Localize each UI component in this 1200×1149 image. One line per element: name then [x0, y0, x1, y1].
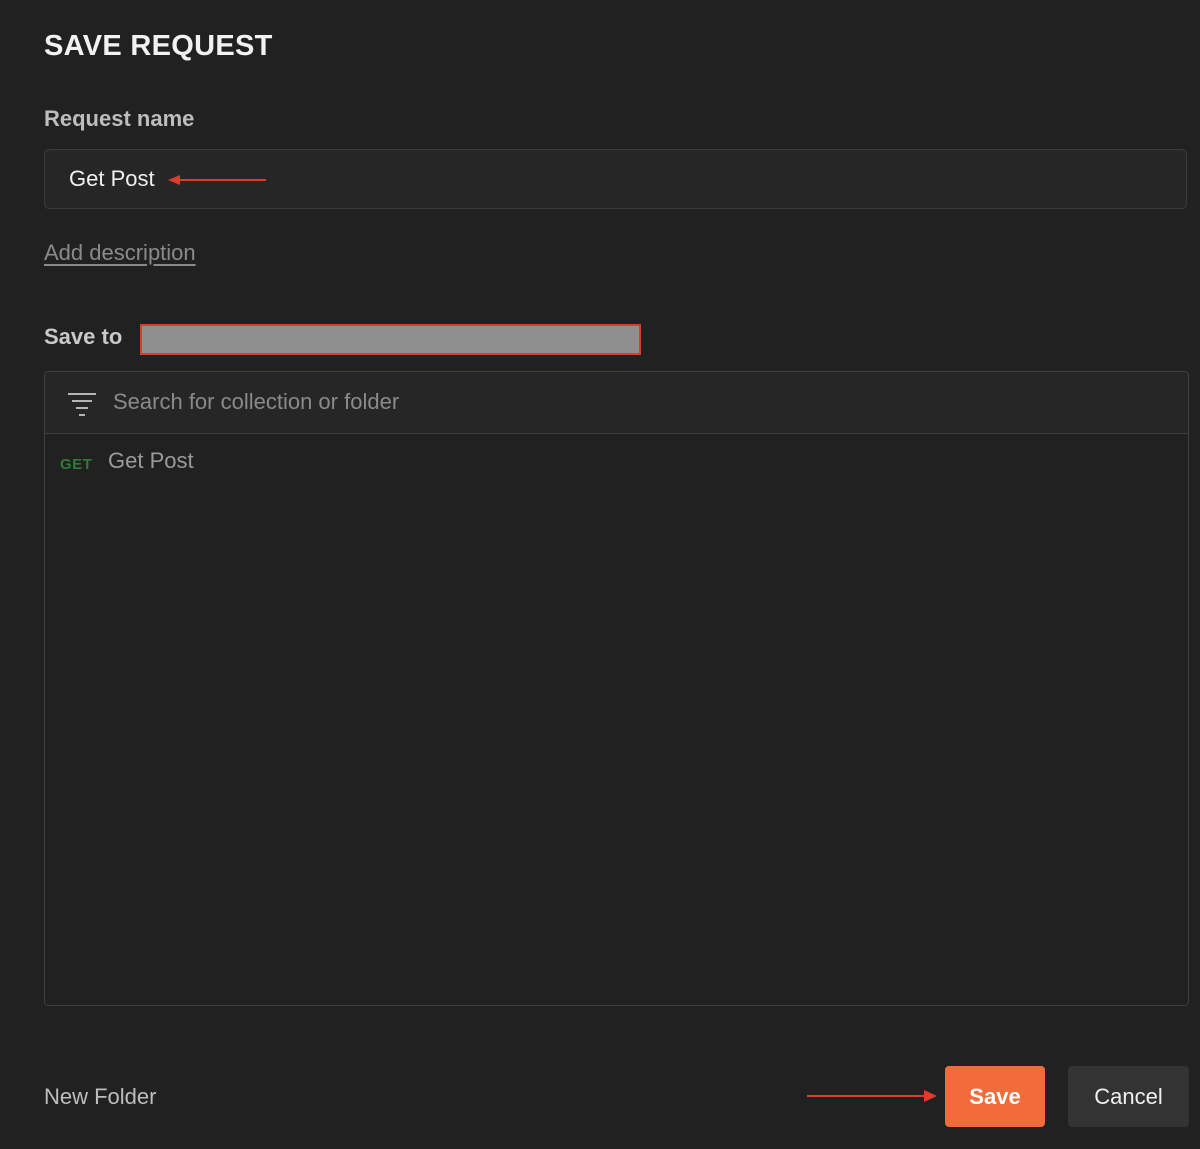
cancel-button[interactable]: Cancel	[1068, 1066, 1189, 1127]
add-description-link[interactable]: Add description	[44, 239, 196, 267]
method-badge: GET	[60, 456, 93, 473]
redacted-collection-path	[140, 324, 641, 355]
dialog-title: SAVE REQUEST	[44, 30, 273, 62]
tree-item-label: Get Post	[108, 448, 194, 473]
collection-search-input[interactable]	[113, 372, 1173, 432]
save-to-label: Save to	[44, 324, 123, 349]
filter-icon[interactable]	[67, 391, 97, 417]
annotation-arrow-right	[807, 1090, 937, 1102]
new-folder-button[interactable]: New Folder	[44, 1083, 156, 1111]
request-name-field-container	[44, 149, 1187, 209]
save-button[interactable]: Save	[945, 1066, 1045, 1127]
collection-tree-panel: GET Get Post	[44, 371, 1189, 1006]
request-name-input[interactable]	[45, 150, 1186, 208]
tree-item-request[interactable]: GET Get Post	[45, 444, 1188, 480]
request-name-label: Request name	[44, 106, 195, 131]
collection-search-bar	[45, 372, 1188, 434]
